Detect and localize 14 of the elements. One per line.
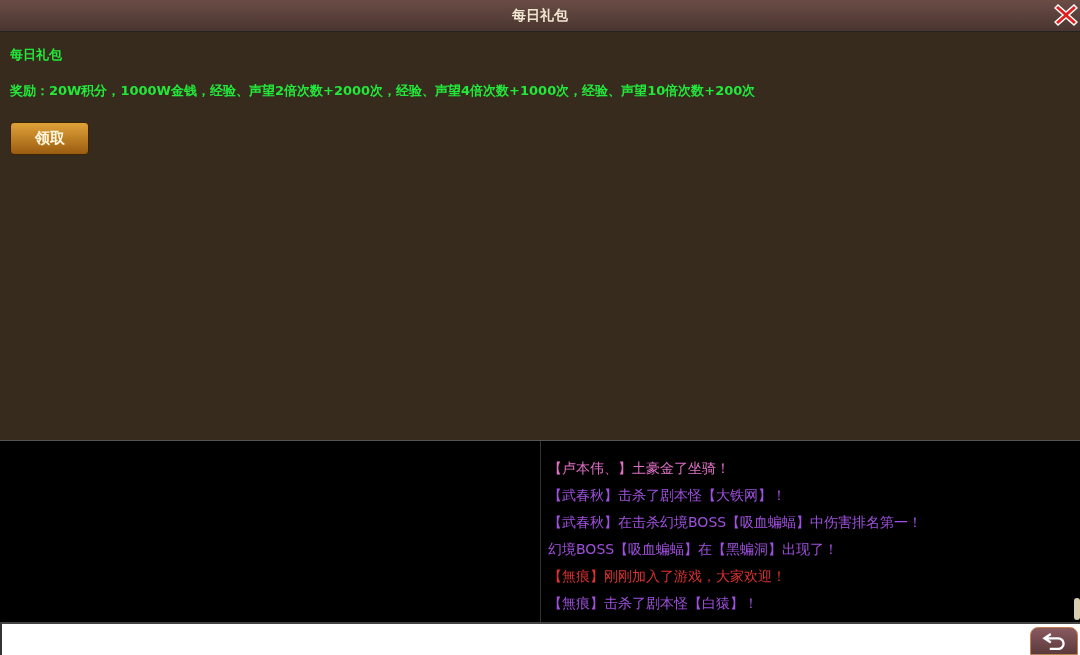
reward-text: 奖励：20W积分，1000W金钱，经验、声望2倍次数+2000次，经验、声望4倍次数+1000次，经验、声望10倍次数+200次	[10, 82, 756, 100]
return-button[interactable]	[1030, 627, 1078, 655]
chat-message: 【卢本伟、】土豪金了坐骑！	[548, 459, 730, 477]
chat-message: 【武春秋】在击杀幻境BOSS【吸血蝙蝠】中伤害排名第一！	[548, 513, 923, 531]
return-arrow-icon	[1041, 632, 1067, 650]
close-button[interactable]	[1054, 3, 1078, 27]
dialog-title: 每日礼包	[512, 6, 568, 25]
chat-message: 【無痕】击杀了剧本怪【白猿】！	[548, 594, 758, 612]
chat-message: 【無痕】刚刚加入了游戏，大家欢迎！	[548, 567, 786, 585]
scroll-thumb[interactable]	[1074, 598, 1080, 620]
claim-button[interactable]: 领取	[10, 122, 89, 155]
chat-message: 【武春秋】击杀了剧本怪【大铁网】！	[548, 486, 786, 504]
chat-message: 幻境BOSS【吸血蝙蝠】在【黑蝙洞】出现了！	[548, 540, 839, 558]
gift-heading: 每日礼包	[10, 46, 62, 64]
